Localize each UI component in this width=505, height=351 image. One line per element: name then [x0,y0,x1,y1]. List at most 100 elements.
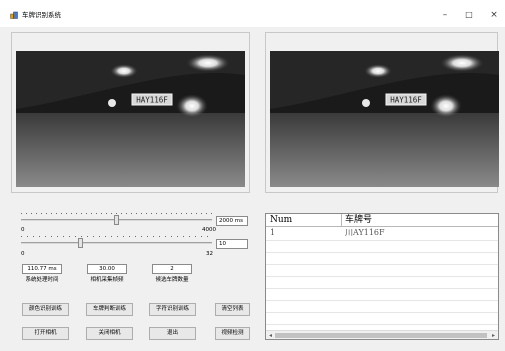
slider-tick [57,236,58,237]
video-detection-button[interactable]: 视频检测 [215,327,250,340]
slider-tick [156,213,157,214]
column-header-plate[interactable]: 车牌号 [343,214,493,227]
list-cell-plate: 川AY116F [345,228,385,237]
window-title: 车牌识别系统 [22,11,61,19]
slider-tick [26,213,27,214]
slider-tick [126,213,127,214]
slider-tick [21,236,22,237]
slider-tick [165,236,166,237]
slider-tick [87,236,88,237]
exit-button[interactable]: 退出 [149,327,196,340]
slider-tick [101,213,102,214]
slider-tick [69,236,70,237]
slider-tick [117,236,118,237]
scroll-right-icon[interactable]: ▸ [489,331,498,339]
slider-tick [166,213,167,214]
slider-tick [91,213,92,214]
character-recognition-training-button[interactable]: 字符识别训练 [149,303,196,316]
candidate-count-label: 候选车牌数量 [155,277,189,283]
slider-tick [86,213,87,214]
minimize-button[interactable]: – [437,8,453,22]
scroll-left-icon[interactable]: ◂ [266,331,275,339]
close-button[interactable]: × [486,8,502,22]
slider-tick [93,236,94,237]
slider-tick [63,236,64,237]
slider-tick [189,236,190,237]
slider-tick [106,213,107,214]
slider-ticks-count [21,236,211,239]
slider-tick [206,213,207,214]
color-recognition-training-button[interactable]: 颜色识别训练 [22,303,69,316]
slider-max-label-count: 32 [206,251,213,257]
slider-tick [153,236,154,237]
slider-tick [147,236,148,237]
slider-tick [183,236,184,237]
close-camera-button[interactable]: 关闭相机 [86,327,133,340]
slider-tick [99,236,100,237]
maximize-button[interactable]: □ [461,8,477,22]
slider-tick [196,213,197,214]
slider-tick [141,213,142,214]
processing-time-label: 系统处理时间 [25,277,59,283]
clear-list-button[interactable]: 清空列表 [215,303,250,316]
slider-tick [111,213,112,214]
slider-tick [176,213,177,214]
scrollbar-thumb[interactable] [275,333,487,338]
slider-tick [111,236,112,237]
slider-thumb-count[interactable] [77,238,83,248]
slider-tick [146,213,147,214]
plate-view-frame: HAY116F [265,32,499,193]
slider-tick [177,236,178,237]
slider-thumb-interval[interactable] [114,215,119,225]
plate-results-list[interactable]: Num 车牌号 1 川AY116F ◂ ▸ [265,213,499,340]
slider-tick [41,213,42,214]
interval-value-field[interactable]: 2000 ms [216,216,248,226]
slider-tick [123,236,124,237]
title-bar: 车牌识别系统 – □ × [0,0,505,27]
slider-tick [61,213,62,214]
slider-tick [201,236,202,237]
slider-tick [186,213,187,214]
plate-judgment-training-button[interactable]: 车牌判断训练 [86,303,133,316]
slider-tick [36,213,37,214]
slider-tick [66,213,67,214]
slider-tick [45,236,46,237]
slider-tick [191,213,192,214]
slider-tick [71,213,72,214]
slider-tick [81,236,82,237]
slider-tick [31,213,32,214]
slider-tick [135,236,136,237]
slider-tick [201,213,202,214]
slider-tick [75,236,76,237]
slider-min-label-interval: 0 [21,227,25,233]
slider-tick [39,236,40,237]
camera-view-frame: HAY116F [11,32,250,193]
list-header: Num 车牌号 [266,214,498,227]
slider-tick [141,236,142,237]
horizontal-scrollbar[interactable]: ◂ ▸ [266,330,498,339]
slider-tick [131,213,132,214]
slider-tick [27,236,28,237]
slider-tick [81,213,82,214]
slider-tick [51,236,52,237]
slider-min-label-count: 0 [21,251,25,257]
open-camera-button[interactable]: 打开相机 [22,327,69,340]
app-icon [10,11,18,19]
column-header-num[interactable]: Num [268,214,338,227]
slider-max-label-interval: 4000 [202,227,216,233]
count-value-field[interactable]: 10 [216,239,248,249]
client-area: HAY116F HAY116F 0 4000 2000 ms 0 32 10 1… [0,27,505,351]
slider-tick [121,213,122,214]
slider-tick [21,213,22,214]
slider-tick [159,236,160,237]
slider-tick [161,213,162,214]
slider-tick [56,213,57,214]
slider-tick [46,213,47,214]
column-separator[interactable] [341,214,342,227]
slider-tick [96,213,97,214]
candidate-count-value: 2 [152,264,192,274]
frame-rate-value: 30.00 [87,264,127,274]
camera-image: HAY116F [16,51,245,187]
slider-groove-count[interactable] [21,242,212,244]
processing-time-value: 110.77 ms [22,264,62,274]
